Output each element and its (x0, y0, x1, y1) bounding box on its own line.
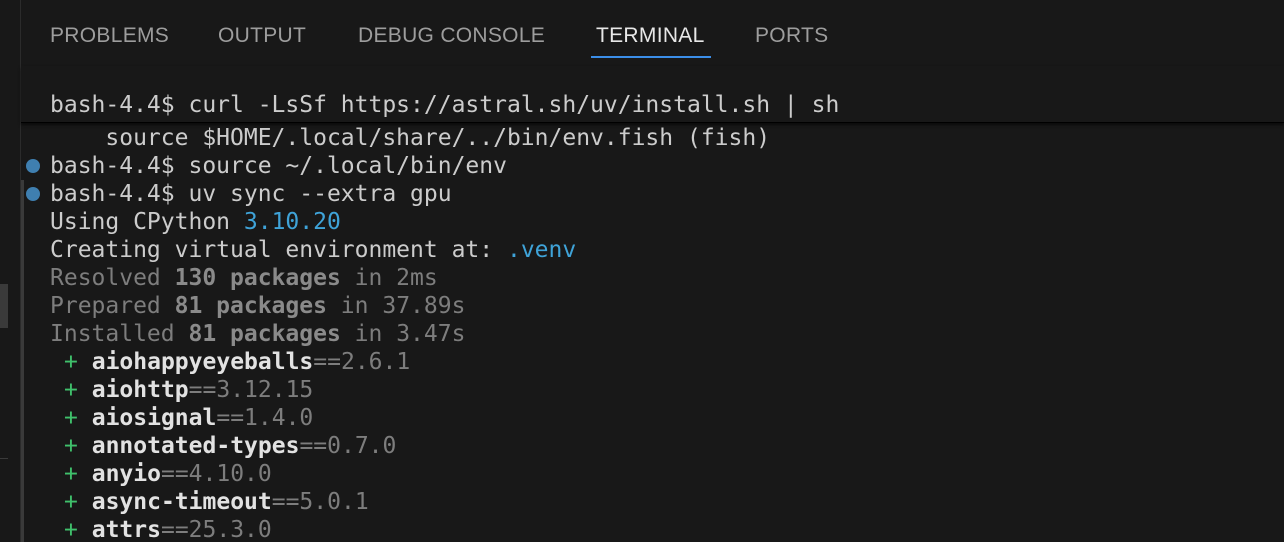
tab-terminal[interactable]: TERMINAL (596, 24, 705, 48)
output-text: Resolved (50, 265, 175, 291)
package-version: ==0.7.0 (299, 433, 397, 459)
package-version: ==3.12.15 (188, 377, 314, 403)
package-line: + anyio==4.10.0 (64, 460, 272, 488)
package-name: attrs (91, 517, 161, 542)
package-version: ==4.10.0 (160, 461, 272, 487)
output-line: Using CPython 3.10.20 (50, 208, 341, 236)
gutter-scroll-marker[interactable] (0, 284, 8, 328)
package-line: + async-timeout==5.0.1 (64, 488, 369, 516)
output-text: Installed (50, 321, 189, 347)
command-line: bash-4.4$ source ~/.local/bin/env (50, 153, 507, 179)
plus-icon: + (64, 489, 78, 515)
output-text: in 3.47s (340, 321, 466, 347)
output-text: Prepared (50, 293, 175, 319)
output-text: Using CPython (50, 209, 244, 235)
plus-icon: + (64, 461, 78, 487)
output-line: Installed 81 packages in 3.47s (50, 320, 465, 348)
package-name: aiohappyeyeballs (91, 349, 314, 375)
command-line: bash-4.4$ uv sync --extra gpu (50, 181, 452, 207)
output-line: Prepared 81 packages in 37.89s (50, 292, 465, 320)
output-text: Creating virtual environment at: (50, 237, 507, 263)
package-name: async-timeout (91, 489, 272, 515)
panel-tab-bar: PROBLEMS OUTPUT DEBUG CONSOLE TERMINAL P… (21, 0, 1284, 66)
package-line: + aiohttp==3.12.15 (64, 376, 313, 404)
output-line: Resolved 130 packages in 2ms (50, 264, 438, 292)
package-version: ==5.0.1 (271, 489, 369, 515)
sticky-scroll-command[interactable]: bash-4.4$ curl -LsSf https://astral.sh/u… (21, 66, 1284, 123)
plus-icon: + (64, 517, 78, 542)
package-line: + aiosignal==1.4.0 (64, 404, 313, 432)
package-name: annotated-types (91, 433, 300, 459)
package-line: + aiohappyeyeballs==2.6.1 (64, 348, 410, 376)
gutter-divider (0, 458, 8, 459)
package-version: ==2.6.1 (313, 349, 411, 375)
package-name: anyio (91, 461, 161, 487)
package-name: aiohttp (91, 377, 189, 403)
package-line: + attrs==25.3.0 (64, 516, 272, 542)
command-decoration-icon[interactable] (26, 187, 40, 201)
output-text: in 37.89s (326, 293, 466, 319)
command-decoration-icon[interactable] (26, 159, 40, 173)
terminal-output[interactable]: bash-4.4$ curl -LsSf https://astral.sh/u… (21, 66, 1284, 542)
package-count: 81 packages (188, 321, 341, 347)
package-count: 81 packages (174, 293, 327, 319)
active-tab-indicator (591, 56, 711, 58)
left-gutter (0, 0, 21, 542)
venv-path: .venv (506, 237, 577, 263)
package-name: aiosignal (91, 405, 217, 431)
package-line: + annotated-types==0.7.0 (64, 432, 396, 460)
tab-problems[interactable]: PROBLEMS (50, 24, 169, 48)
output-line: source $HOME/.local/share/../bin/env.fis… (50, 125, 771, 151)
python-version: 3.10.20 (243, 209, 341, 235)
package-version: ==1.4.0 (216, 405, 314, 431)
output-line: Creating virtual environment at: .venv (50, 236, 576, 264)
plus-icon: + (64, 433, 78, 459)
package-version: ==25.3.0 (160, 517, 272, 542)
output-text: in 2ms (340, 265, 438, 291)
package-count: 130 packages (174, 265, 341, 291)
tab-output[interactable]: OUTPUT (218, 24, 306, 48)
sticky-command-text: bash-4.4$ curl -LsSf https://astral.sh/u… (50, 92, 840, 118)
tab-debug-console[interactable]: DEBUG CONSOLE (358, 24, 545, 48)
plus-icon: + (64, 377, 78, 403)
plus-icon: + (64, 405, 78, 431)
tab-ports[interactable]: PORTS (755, 24, 828, 48)
plus-icon: + (64, 349, 78, 375)
command-output-bar (21, 180, 24, 542)
